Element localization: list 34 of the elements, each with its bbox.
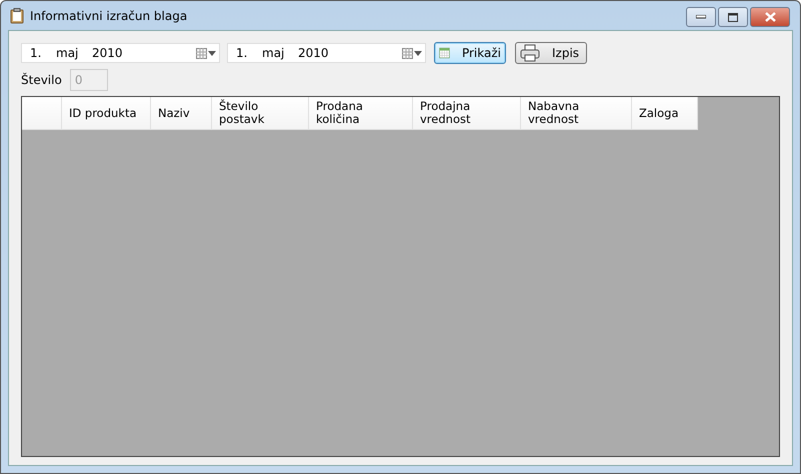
calendar-icon <box>402 48 413 58</box>
close-button[interactable] <box>750 7 790 27</box>
print-button[interactable]: Izpis <box>515 42 587 64</box>
column-header[interactable]: Prodana količina <box>308 97 412 130</box>
date-picker[interactable]: 1. maj 2010 <box>227 43 426 63</box>
column-header[interactable]: ID produkta <box>62 97 150 130</box>
column-header[interactable]: Zaloga <box>632 97 698 130</box>
dropdown-button[interactable] <box>399 48 425 58</box>
date-picker[interactable]: 1. maj 2010 <box>21 43 220 63</box>
maximize-icon <box>728 12 738 22</box>
month-text: maj <box>56 46 80 60</box>
minimize-icon <box>696 15 706 19</box>
day-text: 1. <box>30 46 42 60</box>
maximize-button[interactable] <box>718 7 748 27</box>
month-text: maj <box>262 46 286 60</box>
column-header[interactable]: Naziv <box>150 97 212 130</box>
clipboard-icon <box>10 8 24 24</box>
column-header[interactable]: Število postavk <box>212 97 308 130</box>
calendar-icon <box>196 48 207 58</box>
caret-icon <box>208 50 216 56</box>
minimize-button[interactable] <box>686 7 716 27</box>
close-icon <box>764 12 776 22</box>
year-text: 2010 <box>298 46 330 60</box>
year-text: 2010 <box>92 46 124 60</box>
window-title: Informativni izračun blaga <box>30 8 188 22</box>
column-header[interactable]: Nabavna vrednost <box>520 97 632 130</box>
show-button[interactable]: Prikaži <box>434 42 506 64</box>
row-header <box>22 97 62 130</box>
printer-icon <box>520 44 540 62</box>
column-header[interactable]: Prodajna vrednost <box>412 97 520 130</box>
dropdown-button[interactable] <box>193 48 219 58</box>
day-text: 1. <box>236 46 248 60</box>
caret-icon <box>414 50 422 56</box>
count-label: Število <box>21 73 62 87</box>
